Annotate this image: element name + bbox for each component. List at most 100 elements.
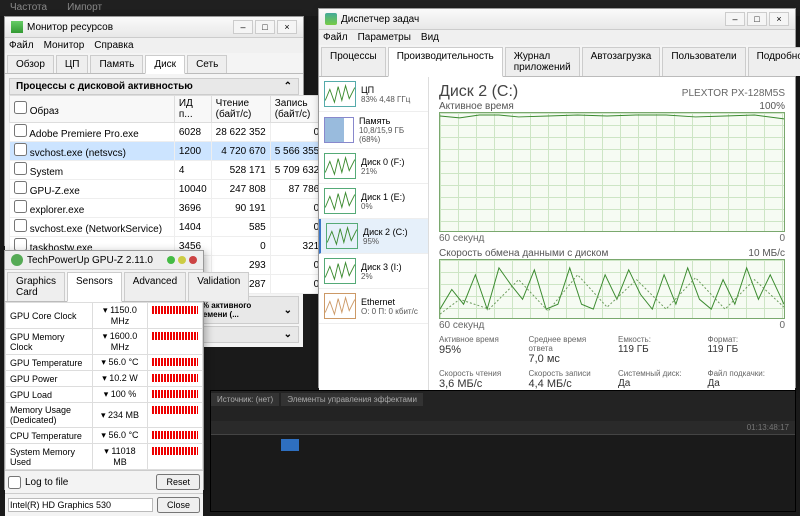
tab-memory[interactable]: Память [90, 55, 143, 73]
stat-resp: 7,0 мс [529, 353, 607, 365]
tab-Подробности[interactable]: Подробности [748, 47, 800, 76]
disk-title: Диск 2 (C:) [439, 83, 518, 101]
minimize-button[interactable]: – [725, 12, 745, 26]
collapse-icon[interactable]: ⌃ [284, 81, 292, 92]
menu-monitor[interactable]: Монитор [44, 40, 85, 51]
stat-read: 3,6 МБ/с [439, 378, 517, 390]
sidebar-item-disk[interactable]: Диск 0 (F:)21% [319, 149, 428, 184]
tab-graphics-card[interactable]: Graphics Card [7, 272, 65, 301]
sensor-label: GPU Load [6, 387, 93, 403]
menu-options[interactable]: Параметры [358, 32, 411, 43]
top-item[interactable]: Частота [10, 2, 47, 14]
side-name: Память [359, 116, 423, 126]
tabs: Graphics Card Sensors Advanced Validatio… [5, 270, 203, 302]
tab-cpu[interactable]: ЦП [56, 55, 89, 73]
sensor-row: GPU Power▾ 10.2 W [6, 371, 203, 387]
maximize-button[interactable]: □ [747, 12, 767, 26]
maximize-button[interactable] [178, 256, 186, 264]
sensor-row: System Memory Used▾ 11018 MB [6, 444, 203, 470]
tab-validation[interactable]: Validation [188, 272, 249, 301]
sensor-value: ▾ 56.0 °C [93, 355, 148, 371]
side-sub: 10,8/15,9 ГБ (68%) [359, 126, 423, 144]
tab-Журнал приложений[interactable]: Журнал приложений [505, 47, 580, 76]
clip[interactable] [281, 439, 299, 451]
sensor-label: System Memory Used [6, 444, 93, 470]
sensor-label: GPU Core Clock [6, 303, 93, 329]
col-read[interactable]: Чтение (байт/с) [211, 96, 270, 123]
minimize-button[interactable] [167, 256, 175, 264]
col-image[interactable]: Образ [10, 96, 175, 123]
gpuz-window[interactable]: TechPowerUp GPU-Z 2.11.0 Graphics Card S… [4, 250, 204, 490]
sensor-spark-icon [152, 358, 198, 366]
menubar: Файл Монитор Справка [5, 38, 303, 53]
side-sub: О: 0 П: 0 кбит/с [361, 307, 418, 316]
sidebar-item-disk[interactable]: Диск 3 (I:)2% [319, 254, 428, 289]
window-title: TechPowerUp GPU-Z 2.11.0 [27, 255, 153, 266]
tab-Производительность[interactable]: Производительность [388, 47, 503, 77]
tab-advanced[interactable]: Advanced [124, 272, 186, 301]
timeline[interactable]: 01:13:48:17 [211, 421, 795, 511]
tab-disk[interactable]: Диск [145, 55, 185, 74]
taskmgr-icon [325, 13, 337, 25]
tab-network[interactable]: Сеть [187, 55, 227, 73]
task-manager-window[interactable]: Диспетчер задач – □ × Файл Параметры Вид… [318, 8, 796, 388]
select-all-checkbox[interactable] [14, 101, 27, 114]
reset-button[interactable]: Reset [156, 474, 200, 490]
side-name: Ethernet [361, 297, 418, 307]
side-sub: 2% [361, 272, 402, 281]
tab-overview[interactable]: Обзор [7, 55, 54, 73]
top-item[interactable]: Импорт [67, 2, 102, 14]
sensor-row: Memory Usage (Dedicated)▾ 234 MB [6, 403, 203, 428]
sidebar-item-cpu[interactable]: ЦП83% 4,48 ГГц [319, 77, 428, 112]
window-title: Монитор ресурсов [27, 22, 113, 33]
side-sub: 21% [361, 167, 405, 176]
side-sub: 0% [361, 202, 405, 211]
titlebar[interactable]: TechPowerUp GPU-Z 2.11.0 [5, 251, 203, 270]
minimize-button[interactable]: – [233, 20, 253, 34]
sensor-label: GPU Power [6, 371, 93, 387]
sensor-spark-icon [152, 374, 198, 382]
log-label: Log to file [25, 477, 68, 488]
sidebar-item-disk[interactable]: Диск 2 (C:)95% [319, 219, 428, 254]
expand-icon[interactable]: ⌄ [284, 305, 292, 316]
menu-help[interactable]: Справка [94, 40, 133, 51]
sensor-value: ▾ 1600.0 MHz [93, 329, 148, 355]
menu-view[interactable]: Вид [421, 32, 439, 43]
time-ruler[interactable] [211, 421, 795, 435]
stat-page: Да [708, 378, 786, 389]
titlebar[interactable]: Монитор ресурсов – □ × [5, 17, 303, 38]
editor-tab[interactable]: Элементы управления эффектами [281, 393, 423, 406]
menu-file[interactable]: Файл [323, 32, 348, 43]
resource-monitor-window[interactable]: Монитор ресурсов – □ × Файл Монитор Спра… [4, 16, 304, 246]
disk-thumb-icon [324, 153, 356, 179]
titlebar[interactable]: Диспетчер задач – □ × [319, 9, 795, 30]
log-checkbox[interactable] [8, 476, 21, 489]
expand-icon[interactable]: ⌄ [284, 329, 292, 340]
sidebar-item-mem[interactable]: Память10,8/15,9 ГБ (68%) [319, 112, 428, 149]
premiere-editor[interactable]: Источник: (нет) Элементы управления эффе… [210, 390, 796, 512]
editor-tab[interactable]: Источник: (нет) [211, 393, 279, 406]
close-button[interactable]: × [769, 12, 789, 26]
disk-throughput-chart [439, 259, 785, 319]
close-button[interactable]: Close [157, 497, 200, 513]
menu-file[interactable]: Файл [9, 40, 34, 51]
tab-Процессы[interactable]: Процессы [321, 47, 386, 76]
close-button[interactable]: × [277, 20, 297, 34]
tab-sensors[interactable]: Sensors [67, 272, 122, 302]
tab-Автозагрузка[interactable]: Автозагрузка [582, 47, 661, 76]
col-write[interactable]: Запись (байт/с) [270, 96, 324, 123]
sidebar-item-eth[interactable]: EthernetО: 0 П: 0 кбит/с [319, 289, 428, 324]
col-pid[interactable]: ИД п... [174, 96, 211, 123]
sensor-row: GPU Load▾ 100 % [6, 387, 203, 403]
sensor-spark-icon [152, 332, 198, 340]
maximize-button[interactable]: □ [255, 20, 275, 34]
section-processes[interactable]: Процессы с дисковой активностью ⌃ [9, 78, 299, 95]
tab-Пользователи[interactable]: Пользователи [662, 47, 745, 76]
gpuz-icon [11, 254, 23, 266]
sensor-value: ▾ 10.2 W [93, 371, 148, 387]
device-field[interactable] [8, 498, 153, 512]
sidebar-item-disk[interactable]: Диск 1 (E:)0% [319, 184, 428, 219]
side-name: Диск 1 (E:) [361, 192, 405, 202]
disk-active-chart [439, 112, 785, 232]
close-button[interactable] [189, 256, 197, 264]
